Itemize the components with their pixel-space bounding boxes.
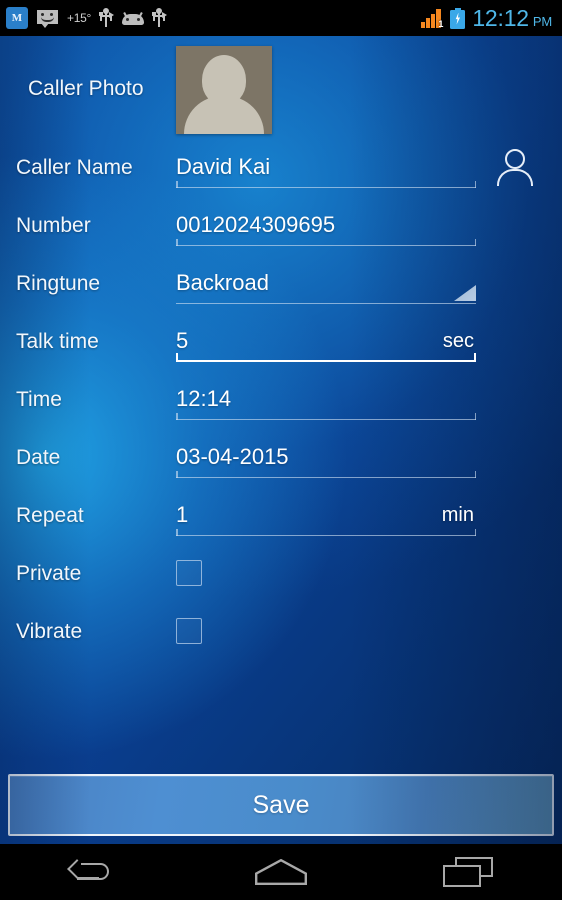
row-vibrate: Vibrate xyxy=(0,602,562,660)
repeat-underline xyxy=(176,529,476,536)
temperature-indicator: +15° xyxy=(67,11,91,25)
clock-time: 12:12 xyxy=(472,4,529,31)
fake-call-form-screen: Caller Photo Caller Name David Kai Numbe… xyxy=(0,36,562,844)
ringtune-underline xyxy=(176,297,476,304)
usb-icon-2 xyxy=(152,8,167,28)
recents-icon xyxy=(443,857,494,887)
field-number[interactable]: 0012024309695 xyxy=(176,204,476,246)
date-underline xyxy=(176,471,476,478)
field-date[interactable]: 03-04-2015 xyxy=(176,436,476,478)
field-time[interactable]: 12:14 xyxy=(176,378,476,420)
row-repeat: Repeat 1 min xyxy=(0,486,562,544)
field-caller-name[interactable]: David Kai xyxy=(176,146,533,188)
time-underline xyxy=(176,413,476,420)
app-m-icon: M xyxy=(6,7,28,29)
message-smiley-icon xyxy=(37,9,58,28)
status-bar-clock: 12:12 PM xyxy=(472,4,552,31)
talk-time-input[interactable]: 5 xyxy=(176,330,443,352)
status-bar-system-icons: 1 12:12 PM xyxy=(421,4,552,31)
date-input[interactable]: 03-04-2015 xyxy=(176,446,476,468)
field-repeat[interactable]: 1 min xyxy=(176,494,476,536)
repeat-unit: min xyxy=(441,504,474,526)
label-caller-photo: Caller Photo xyxy=(28,77,144,100)
row-talk-time: Talk time 5 sec xyxy=(0,312,562,370)
contact-person-icon[interactable] xyxy=(496,149,534,186)
number-underline xyxy=(176,239,476,246)
field-vibrate[interactable] xyxy=(176,618,476,644)
label-ringtune: Ringtune xyxy=(16,271,101,295)
label-private: Private xyxy=(16,561,82,585)
status-bar-notifications: M +15° xyxy=(6,7,421,29)
number-input[interactable]: 0012024309695 xyxy=(176,214,476,236)
form-container: Caller Photo Caller Name David Kai Numbe… xyxy=(0,36,562,660)
nav-back-button[interactable] xyxy=(0,844,187,900)
repeat-input[interactable]: 1 xyxy=(176,504,442,526)
usb-icon-1 xyxy=(99,8,114,28)
caller-name-underline xyxy=(176,181,476,188)
label-talk-time: Talk time xyxy=(16,329,99,353)
private-checkbox[interactable] xyxy=(176,560,202,586)
vibrate-checkbox[interactable] xyxy=(176,618,202,644)
label-time: Time xyxy=(16,387,62,411)
nav-home-button[interactable] xyxy=(187,844,374,900)
field-ringtune[interactable]: Backroad xyxy=(176,262,476,304)
save-button[interactable]: Save xyxy=(8,774,554,836)
clock-ampm: PM xyxy=(532,13,552,29)
ringtune-value[interactable]: Backroad xyxy=(176,272,476,294)
home-icon xyxy=(253,857,309,887)
row-caller-photo: Caller Photo xyxy=(0,36,562,138)
caller-name-input[interactable]: David Kai xyxy=(176,156,476,178)
status-bar: M +15° 1 12:12 PM xyxy=(0,0,562,36)
nav-recents-button[interactable] xyxy=(375,844,562,900)
android-navigation-bar xyxy=(0,844,562,900)
phone-screen: M +15° 1 12:12 PM Caller Photo Caller Na… xyxy=(0,0,562,900)
signal-strength-icon: 1 xyxy=(421,8,444,29)
talk-time-unit: sec xyxy=(442,330,474,352)
row-private: Private xyxy=(0,544,562,602)
label-number: Number xyxy=(16,213,91,237)
row-ringtune: Ringtune Backroad xyxy=(0,254,562,312)
save-button-label: Save xyxy=(252,790,310,819)
back-icon xyxy=(66,857,121,887)
field-talk-time[interactable]: 5 sec xyxy=(176,320,476,362)
row-time: Time 12:14 xyxy=(0,370,562,428)
label-repeat: Repeat xyxy=(16,503,84,527)
row-date: Date 03-04-2015 xyxy=(0,428,562,486)
save-button-container: Save xyxy=(0,774,562,836)
talk-time-underline xyxy=(176,353,476,362)
row-number: Number 0012024309695 xyxy=(0,196,562,254)
label-date: Date xyxy=(16,445,61,469)
label-vibrate: Vibrate xyxy=(16,619,83,643)
app-m-icon-glyph: M xyxy=(11,11,23,24)
battery-charging-icon xyxy=(450,7,466,29)
field-private[interactable] xyxy=(176,560,476,586)
row-caller-name: Caller Name David Kai xyxy=(0,138,562,196)
label-caller-name: Caller Name xyxy=(16,155,133,179)
android-robot-icon xyxy=(121,11,144,25)
time-input[interactable]: 12:14 xyxy=(176,388,476,410)
avatar-placeholder-icon[interactable] xyxy=(176,46,272,134)
sim-number-badge: 1 xyxy=(438,18,444,29)
